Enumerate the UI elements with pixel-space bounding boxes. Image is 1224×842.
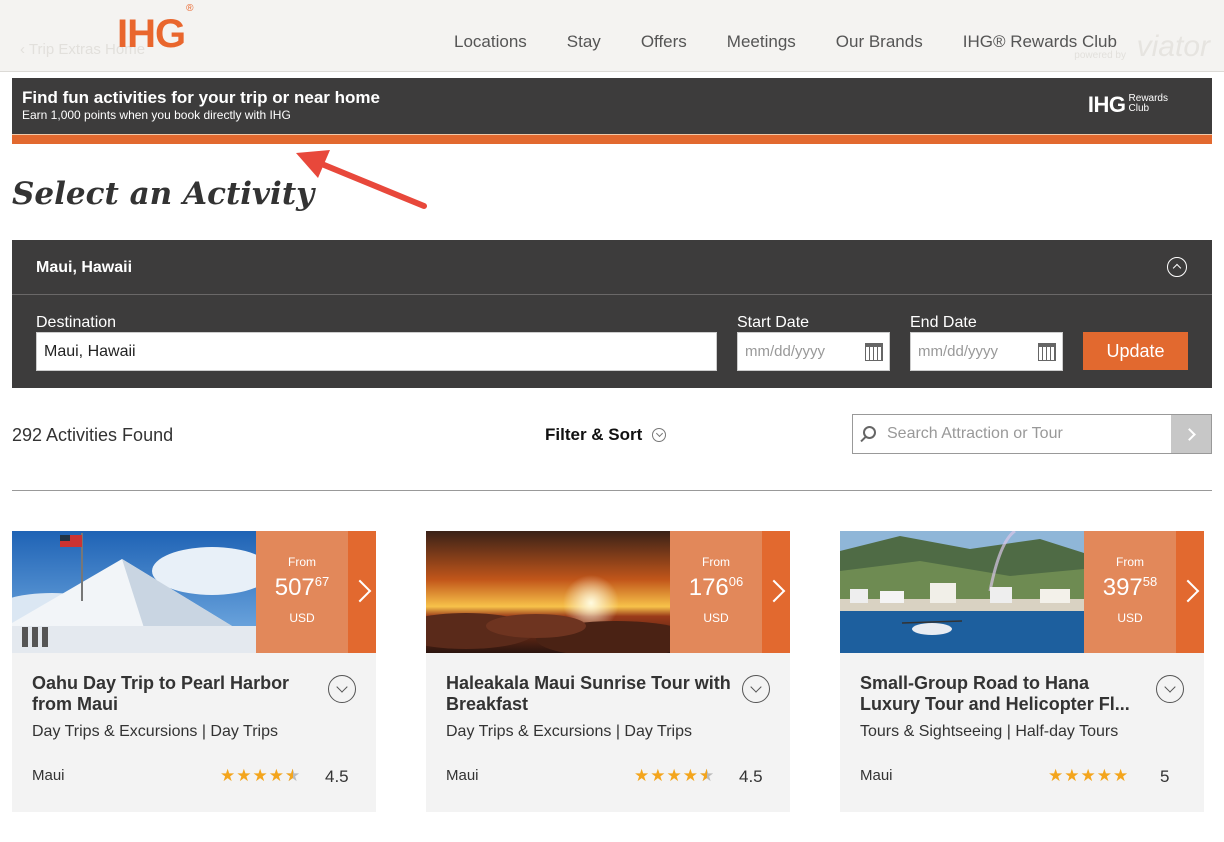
divider xyxy=(12,490,1212,491)
filter-sort-button[interactable]: Filter & Sort xyxy=(545,425,642,445)
top-nav: ‹ Trip Extras Home IHG® Locations Stay O… xyxy=(0,0,1224,72)
banner-title: Find fun activities for your trip or nea… xyxy=(22,88,380,107)
update-button[interactable]: Update xyxy=(1083,332,1188,370)
chevron-right-icon[interactable] xyxy=(762,531,790,653)
star-rating-icon: ★★★★★ xyxy=(220,766,301,786)
chevron-right-icon[interactable] xyxy=(348,531,376,653)
destination-label: Destination xyxy=(36,314,117,331)
activity-location: Maui xyxy=(860,767,893,784)
calendar-icon[interactable] xyxy=(1038,343,1056,361)
banner-stripe xyxy=(12,134,1212,144)
viator-logo: viator xyxy=(1136,30,1210,63)
chevron-down-icon[interactable] xyxy=(328,675,356,703)
activity-card[interactable]: From 17606 USD Haleakala Maui Sunrise To… xyxy=(426,531,790,812)
rewards-banner: Find fun activities for your trip or nea… xyxy=(12,78,1212,134)
activity-location: Maui xyxy=(32,767,65,784)
chevron-down-icon[interactable] xyxy=(652,428,666,442)
nav-link-our-brands[interactable]: Our Brands xyxy=(836,32,923,52)
nav-link-locations[interactable]: Locations xyxy=(454,32,527,52)
search-panel: Maui, Hawaii Destination Maui, Hawaii St… xyxy=(12,240,1212,388)
search-panel-header[interactable]: Maui, Hawaii xyxy=(12,240,1212,295)
price-amount: 50767 xyxy=(274,574,330,601)
end-date-input[interactable]: mm/dd/yyyy xyxy=(910,332,1063,371)
rating-value: 5 xyxy=(1160,767,1170,786)
activity-category: Day Trips & Excursions | Day Trips xyxy=(446,723,692,740)
start-date-input[interactable]: mm/dd/yyyy xyxy=(737,332,890,371)
star-rating-icon: ★★★★★ xyxy=(634,766,715,786)
main-nav-links: Locations Stay Offers Meetings Our Brand… xyxy=(454,32,1157,52)
activity-card[interactable]: From 39758 USD Small-Group Road to Hana … xyxy=(840,531,1204,812)
activity-card[interactable]: From 50767 USD Oahu Day Trip to Pearl Ha… xyxy=(12,531,376,812)
attraction-search-input[interactable]: Search Attraction or Tour xyxy=(887,415,1167,453)
rating-value: 4.5 xyxy=(325,767,349,786)
page-title: Select an Activity xyxy=(12,176,315,212)
activity-title[interactable]: Small-Group Road to Hana Luxury Tour and… xyxy=(860,673,1150,715)
search-icon xyxy=(863,426,876,439)
attraction-search: Search Attraction or Tour xyxy=(852,414,1212,454)
ihg-rewards-logo: IHG Rewards Club xyxy=(1087,92,1168,117)
start-date-label: Start Date xyxy=(737,314,810,331)
chevron-right-icon[interactable] xyxy=(1176,531,1204,653)
price-amount: 17606 xyxy=(688,574,744,601)
ihg-logo[interactable]: IHG® xyxy=(117,3,194,57)
chevron-down-icon[interactable] xyxy=(742,675,770,703)
chevron-down-icon[interactable] xyxy=(1156,675,1184,703)
star-rating-icon: ★★★★★ xyxy=(1048,766,1130,785)
activity-image-pearl-harbor[interactable] xyxy=(12,531,256,653)
results-count: 292 Activities Found xyxy=(12,425,174,445)
nav-link-meetings[interactable]: Meetings xyxy=(727,32,796,52)
collapse-icon[interactable] xyxy=(1167,257,1187,277)
search-submit-button[interactable] xyxy=(1171,415,1211,453)
activity-category: Day Trips & Excursions | Day Trips xyxy=(32,723,278,740)
activity-category: Tours & Sightseeing | Half-day Tours xyxy=(860,723,1119,740)
nav-link-stay[interactable]: Stay xyxy=(567,32,601,52)
activity-title[interactable]: Haleakala Maui Sunrise Tour with Breakfa… xyxy=(446,673,736,715)
nav-link-rewards-club[interactable]: IHG® Rewards Club xyxy=(963,32,1117,52)
price-amount: 39758 xyxy=(1102,574,1158,601)
activity-image-road-to-hana[interactable] xyxy=(840,531,1084,653)
rating-value: 4.5 xyxy=(739,767,763,786)
nav-link-offers[interactable]: Offers xyxy=(641,32,687,52)
banner-subtitle: Earn 1,000 points when you book directly… xyxy=(22,108,291,122)
price-box[interactable]: From 39758 USD xyxy=(1084,531,1176,653)
search-panel-heading: Maui, Hawaii xyxy=(36,259,133,276)
price-box[interactable]: From 17606 USD xyxy=(670,531,762,653)
activity-location: Maui xyxy=(446,767,479,784)
activity-title[interactable]: Oahu Day Trip to Pearl Harbor from Maui xyxy=(32,673,322,715)
end-date-label: End Date xyxy=(910,314,977,331)
powered-by-text: powered by xyxy=(1074,50,1126,61)
price-box[interactable]: From 50767 USD xyxy=(256,531,348,653)
calendar-icon[interactable] xyxy=(865,343,883,361)
activity-image-haleakala[interactable] xyxy=(426,531,670,653)
destination-input[interactable]: Maui, Hawaii xyxy=(36,332,717,371)
